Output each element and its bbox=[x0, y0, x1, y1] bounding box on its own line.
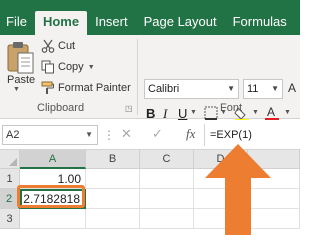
more-icon[interactable]: ⋮ bbox=[103, 128, 115, 142]
font-group-label: Font bbox=[220, 102, 243, 114]
cut-button[interactable]: Cut bbox=[41, 38, 75, 54]
column-header-b[interactable]: B bbox=[86, 150, 140, 169]
select-all-icon bbox=[9, 158, 17, 166]
insert-function-icon[interactable]: fx bbox=[186, 126, 195, 142]
copy-dropdown-icon[interactable]: ▼ bbox=[88, 64, 95, 71]
title-bar bbox=[0, 0, 300, 8]
paste-icon bbox=[7, 42, 34, 74]
cell-c1[interactable] bbox=[140, 169, 194, 189]
font-name-value: Calibri bbox=[148, 83, 180, 95]
chevron-down-icon: ▼ bbox=[271, 84, 279, 93]
borders-icon[interactable] bbox=[204, 106, 218, 120]
font-size-select[interactable]: 11 ▼ bbox=[243, 79, 283, 99]
format-painter-label: Format Painter bbox=[58, 82, 131, 94]
font-name-select[interactable]: Calibri ▼ bbox=[144, 79, 239, 99]
group-divider bbox=[137, 39, 138, 115]
tab-home[interactable]: Home bbox=[34, 11, 88, 35]
paste-dropdown-icon[interactable]: ▼ bbox=[13, 86, 20, 93]
paste-label[interactable]: Paste bbox=[7, 74, 35, 86]
row-header-3[interactable]: 3 bbox=[0, 209, 20, 229]
tab-page-layout[interactable]: Page Layout bbox=[136, 11, 225, 35]
cancel-icon[interactable]: ✕ bbox=[121, 126, 132, 142]
ribbon-home: Paste ▼ Cut Copy ▼ Format Painter Clipbo… bbox=[0, 35, 300, 122]
name-box-value: A2 bbox=[6, 129, 20, 141]
scissors-icon bbox=[41, 39, 55, 53]
paintbrush-icon bbox=[41, 81, 55, 95]
cut-label: Cut bbox=[58, 40, 76, 52]
formula-input[interactable]: =EXP(1) bbox=[210, 125, 300, 145]
font-color-dropdown-icon[interactable]: ▼ bbox=[284, 109, 291, 116]
paste-button[interactable] bbox=[4, 41, 36, 97]
cell-c3[interactable] bbox=[140, 209, 194, 229]
svg-text:A: A bbox=[267, 105, 275, 119]
cell-a3[interactable] bbox=[20, 209, 86, 229]
cell-b1[interactable] bbox=[86, 169, 140, 189]
increase-font-size-icon[interactable]: A bbox=[288, 81, 296, 95]
tab-file[interactable]: File bbox=[0, 11, 35, 35]
tab-insert[interactable]: Insert bbox=[87, 11, 136, 35]
chevron-down-icon: ▼ bbox=[85, 130, 93, 139]
select-all-button[interactable] bbox=[0, 150, 20, 169]
name-box[interactable]: A2 ▼ bbox=[2, 125, 98, 145]
font-size-value: 11 bbox=[247, 83, 259, 95]
clipboard-group-label: Clipboard bbox=[37, 102, 85, 114]
enter-icon[interactable]: ✓ bbox=[152, 126, 163, 142]
underline-dropdown-icon[interactable]: ▼ bbox=[190, 109, 197, 116]
column-header-a[interactable]: A bbox=[20, 150, 86, 169]
cell-b3[interactable] bbox=[86, 209, 140, 229]
cell-c2[interactable] bbox=[140, 189, 194, 209]
copy-label: Copy bbox=[58, 61, 84, 73]
copy-button[interactable]: Copy ▼ bbox=[41, 59, 95, 75]
fill-color-dropdown-icon[interactable]: ▼ bbox=[252, 109, 259, 116]
format-painter-button[interactable]: Format Painter bbox=[41, 80, 131, 96]
clipboard-launcher-icon[interactable]: ◳ bbox=[125, 104, 133, 113]
column-header-c[interactable]: C bbox=[140, 150, 194, 169]
cell-b2[interactable] bbox=[86, 189, 140, 209]
formula-divider bbox=[204, 124, 205, 146]
highlight-box bbox=[17, 185, 85, 208]
chevron-down-icon: ▼ bbox=[227, 84, 235, 93]
ribbon-tabs: File Home Insert Page Layout Formulas bbox=[0, 8, 300, 35]
up-arrow-icon bbox=[205, 144, 271, 235]
tab-formulas[interactable]: Formulas bbox=[225, 11, 295, 35]
copy-icon bbox=[41, 60, 55, 74]
